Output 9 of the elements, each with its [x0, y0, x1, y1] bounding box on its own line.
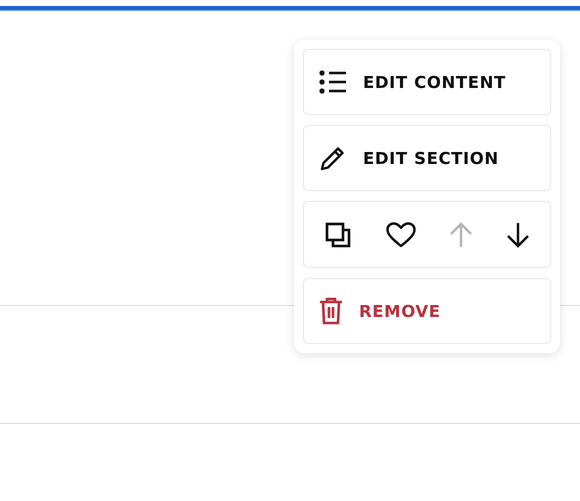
- remove-button[interactable]: REMOVE: [303, 278, 551, 344]
- duplicate-icon: [324, 220, 352, 248]
- edit-content-button[interactable]: EDIT CONTENT: [303, 49, 551, 115]
- trash-icon: [319, 297, 343, 325]
- list-icon: [319, 70, 347, 94]
- edit-section-button[interactable]: EDIT SECTION: [303, 125, 551, 191]
- heart-icon: [384, 220, 417, 248]
- down-arrow-icon: [506, 222, 530, 248]
- up-arrow-icon: [449, 222, 474, 248]
